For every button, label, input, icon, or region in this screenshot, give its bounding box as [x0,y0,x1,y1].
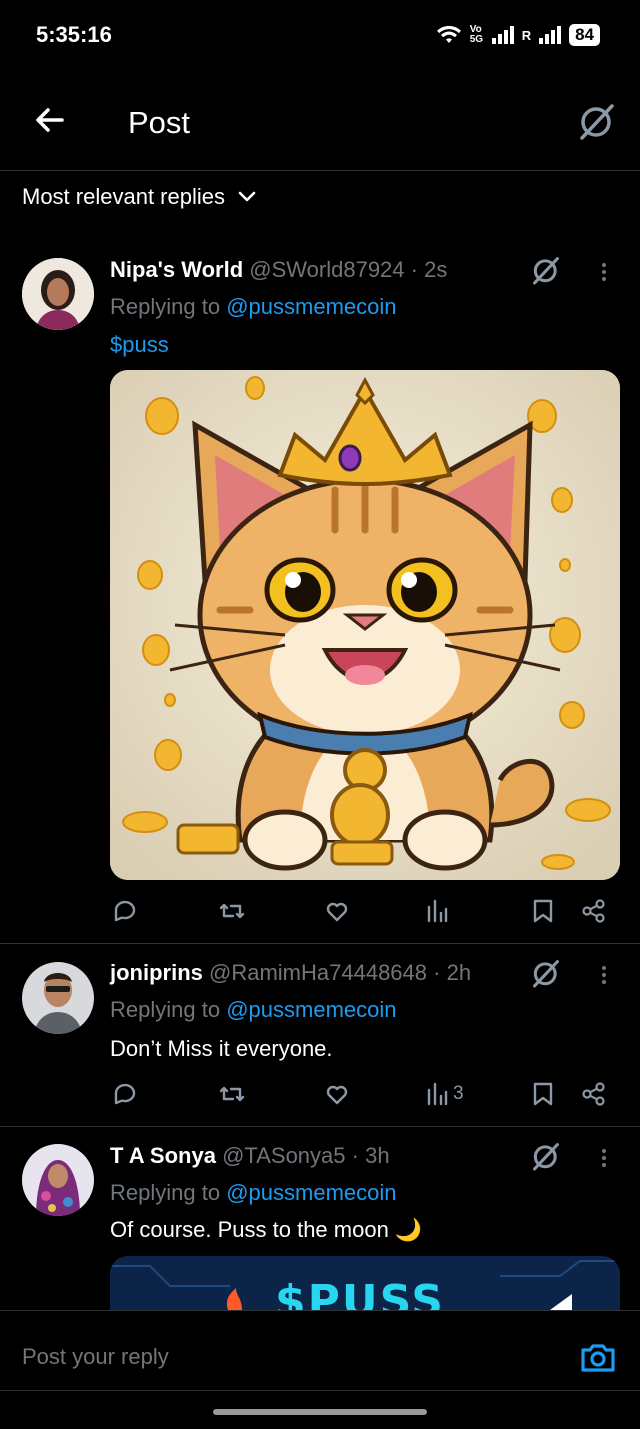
replying-prefix: Replying to [110,997,221,1022]
composer-divider [0,1310,640,1311]
author-name[interactable]: Nipa's World [110,257,243,282]
grok-icon[interactable] [530,254,562,286]
cat-illustration [110,370,620,880]
more-options-icon[interactable] [600,963,608,987]
heart-icon [326,1085,348,1105]
signal-icon-2 [539,26,562,44]
avatar-image [22,962,94,1034]
chevron-down-icon [238,191,256,202]
avatar-image [22,1144,94,1216]
views-icon [427,1082,448,1106]
mention-link[interactable]: @pussmemecoin [226,294,396,319]
grok-icon[interactable] [530,1140,562,1172]
views-button[interactable] [425,896,453,926]
grok-icon[interactable] [530,957,562,989]
reply-divider [0,943,640,944]
reply-icon [114,1083,136,1105]
share-icon [582,899,605,923]
grok-icon[interactable] [576,100,618,142]
reply-divider [0,1126,640,1127]
mention-link[interactable]: @pussmemecoin [226,1180,396,1205]
post-text[interactable]: Of course. Puss to the moon 🌙 [110,1217,422,1243]
share-button[interactable] [580,896,608,926]
repost-button[interactable] [218,1079,246,1109]
post-text[interactable]: $puss [110,332,169,358]
avatar[interactable] [22,258,94,330]
home-indicator[interactable] [213,1409,427,1415]
status-time: 5:35:16 [36,22,112,47]
views-button[interactable]: 3 [425,1079,464,1109]
repost-icon [219,1086,245,1102]
bookmark-button[interactable] [531,1079,555,1109]
post-time: · 3h [351,1143,390,1168]
post-time: · 2s [410,257,448,282]
author-name[interactable]: T A Sonya [110,1143,216,1168]
post-image[interactable]: $PUSS [110,1256,620,1310]
like-button[interactable] [323,896,351,926]
heart-icon [326,902,348,922]
views-count: 3 [453,1083,464,1104]
back-arrow-icon[interactable] [32,102,68,138]
more-options-icon[interactable] [600,1146,608,1170]
avatar-image [22,258,94,330]
reply-icon [114,900,136,922]
post-time: · 2h [433,960,472,985]
camera-icon[interactable] [578,1338,618,1378]
wifi-icon [436,25,461,43]
avatar[interactable] [22,1144,94,1216]
post-text[interactable]: Don’t Miss it everyone. [110,1036,333,1062]
author-handle[interactable]: @TASonya5 [222,1143,345,1168]
mention-link[interactable]: @pussmemecoin [226,997,396,1022]
replying-prefix: Replying to [110,1180,221,1205]
repost-button[interactable] [218,896,246,926]
replying-prefix: Replying to [110,294,221,319]
repost-icon [219,903,245,919]
more-options-icon[interactable] [600,260,608,284]
composer-bottom-divider [0,1390,640,1391]
network-label: Vo 5G [469,24,484,45]
sort-label: Most relevant replies [22,184,225,209]
author-handle[interactable]: @RamimHa74448648 [209,960,427,985]
share-icon [582,1082,605,1106]
post-image[interactable] [110,370,620,880]
sort-dropdown[interactable]: Most relevant replies [22,184,257,210]
roaming-label: R [521,27,532,43]
author-name[interactable]: joniprins [110,960,203,985]
like-button[interactable] [323,1079,351,1109]
battery-icon: 84 [569,24,600,46]
views-icon [427,899,448,923]
bookmark-button[interactable] [531,896,555,926]
author-handle[interactable]: @SWorld87924 [249,257,404,282]
avatar[interactable] [22,962,94,1034]
status-icons: Vo 5G R 84 [436,24,600,46]
banner-text: $PUSS [275,1276,445,1310]
reply-input[interactable]: Post your reply [22,1344,169,1370]
bookmark-icon [533,1082,553,1106]
reply-button[interactable] [110,1079,138,1109]
header-divider [0,170,640,171]
bookmark-icon [533,899,553,923]
share-button[interactable] [580,1079,608,1109]
signal-icon [491,26,514,44]
page-title: Post [128,105,191,140]
reply-button[interactable] [110,896,138,926]
